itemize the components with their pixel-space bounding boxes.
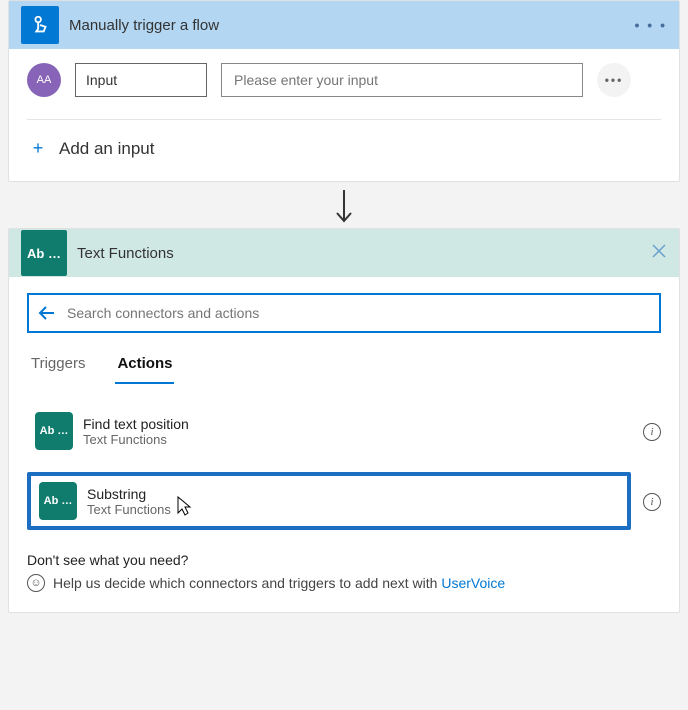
input-row-more-button[interactable]: ••• bbox=[597, 63, 631, 97]
action-info-button[interactable] bbox=[643, 492, 661, 511]
action-info-button[interactable] bbox=[643, 422, 661, 441]
uservoice-title: Don't see what you need? bbox=[27, 552, 661, 568]
uservoice-block: Don't see what you need? ☺ Help us decid… bbox=[27, 552, 661, 592]
input-type-badge: AA bbox=[27, 63, 61, 97]
tab-actions[interactable]: Actions bbox=[115, 349, 174, 384]
action-picker-card: Ab … Text Functions Trig bbox=[8, 228, 680, 613]
action-list: Ab … Find text position Text Functions A… bbox=[27, 402, 661, 534]
trigger-header[interactable]: Manually trigger a flow • • • bbox=[9, 1, 679, 49]
flow-arrow-icon bbox=[0, 188, 688, 226]
trigger-input-row: AA ••• bbox=[27, 63, 661, 97]
input-value-field[interactable] bbox=[221, 63, 583, 97]
input-name-field[interactable] bbox=[75, 63, 207, 97]
search-box[interactable] bbox=[27, 293, 661, 333]
action-item-sub: Text Functions bbox=[83, 432, 189, 447]
search-back-button[interactable] bbox=[37, 303, 57, 323]
action-picker-title: Text Functions bbox=[77, 245, 651, 262]
arrow-left-icon bbox=[37, 303, 57, 323]
tap-icon bbox=[29, 14, 51, 36]
add-input-label: Add an input bbox=[59, 139, 154, 159]
tabs: Triggers Actions bbox=[27, 333, 661, 384]
plus-icon: + bbox=[31, 138, 45, 159]
action-item-substring[interactable]: Ab … Substring Text Functions bbox=[27, 472, 631, 530]
action-item-name: Substring bbox=[87, 486, 171, 502]
action-item-row: Ab … Find text position Text Functions bbox=[27, 402, 661, 460]
action-item-row: Ab … Substring Text Functions bbox=[27, 468, 661, 534]
action-item-sub: Text Functions bbox=[87, 502, 171, 517]
trigger-card: Manually trigger a flow • • • AA ••• + A… bbox=[8, 0, 680, 182]
text-functions-icon: Ab … bbox=[39, 482, 77, 520]
trigger-title: Manually trigger a flow bbox=[69, 17, 635, 34]
search-input[interactable] bbox=[65, 304, 651, 322]
tab-triggers[interactable]: Triggers bbox=[29, 349, 87, 384]
close-icon bbox=[651, 243, 667, 259]
action-item-find-text-position[interactable]: Ab … Find text position Text Functions bbox=[27, 406, 631, 456]
action-header: Ab … Text Functions bbox=[9, 229, 679, 277]
trigger-more-button[interactable]: • • • bbox=[635, 17, 667, 33]
uservoice-text: Help us decide which connectors and trig… bbox=[53, 575, 441, 591]
smile-icon: ☺ bbox=[27, 574, 45, 592]
text-functions-icon: Ab … bbox=[21, 230, 67, 276]
close-button[interactable] bbox=[651, 243, 667, 264]
add-input-button[interactable]: + Add an input bbox=[27, 120, 661, 181]
text-functions-icon: Ab … bbox=[35, 412, 73, 450]
action-item-name: Find text position bbox=[83, 416, 189, 432]
trigger-icon bbox=[21, 6, 59, 44]
uservoice-link[interactable]: UserVoice bbox=[441, 575, 505, 591]
